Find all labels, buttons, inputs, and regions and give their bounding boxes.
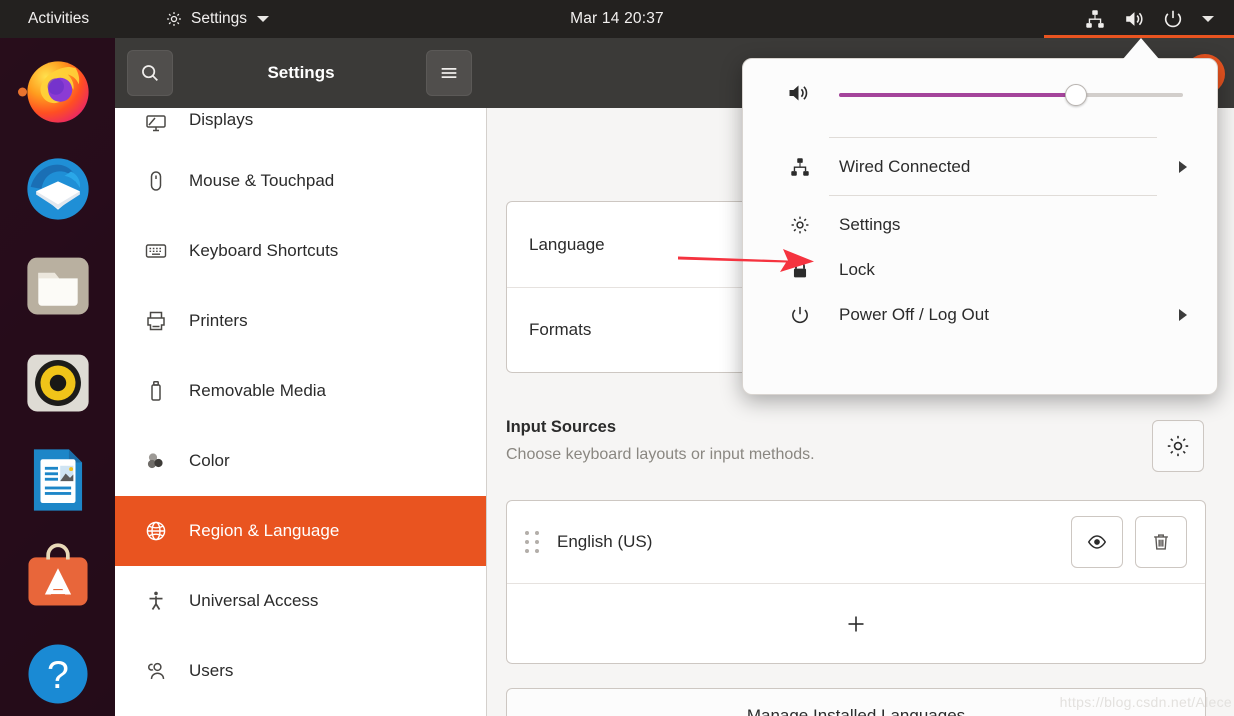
libreoffice-writer-icon xyxy=(21,443,95,517)
printer-icon xyxy=(143,308,169,334)
sidebar-item-label: Printers xyxy=(189,311,248,330)
sidebar-item-label: Keyboard Shortcuts xyxy=(189,241,339,260)
accessibility-icon xyxy=(143,588,169,614)
main-menu-button[interactable] xyxy=(426,50,472,96)
sidebar-item-label: Removable Media xyxy=(189,381,327,400)
header-left-pane: Settings xyxy=(115,38,487,108)
sidebar-item-keyboard-shortcuts[interactable]: Keyboard Shortcuts xyxy=(115,216,486,286)
sidebar-item-universal-access[interactable]: Universal Access xyxy=(115,566,486,636)
section-subtitle: Choose keyboard layouts or input methods… xyxy=(506,446,815,463)
sidebar-item-color[interactable]: Color xyxy=(115,426,486,496)
slider-handle[interactable] xyxy=(1065,84,1088,106)
menu-item-label: Power Off / Log Out xyxy=(839,304,989,324)
files-folder-icon xyxy=(21,249,95,323)
sidebar-item-label: Displays xyxy=(189,110,254,129)
menu-item-power-off-log-out[interactable]: Power Off / Log Out xyxy=(743,292,1217,337)
add-input-source-button[interactable] xyxy=(507,583,1205,663)
color-icon xyxy=(143,448,169,474)
dock-item-ubuntu-software[interactable] xyxy=(16,536,100,619)
sidebar-item-removable-media[interactable]: Removable Media xyxy=(115,356,486,426)
dock-item-help[interactable]: ? xyxy=(16,633,100,716)
input-sources-settings-button[interactable] xyxy=(1152,420,1204,472)
menu-item-lock[interactable]: Lock xyxy=(743,247,1217,292)
preview-layout-button[interactable] xyxy=(1071,516,1123,568)
sidebar-item-label: Mouse & Touchpad xyxy=(189,171,335,190)
volume-icon xyxy=(1122,8,1146,30)
button-label: Manage Installed Languages xyxy=(746,706,966,716)
network-wired-icon xyxy=(787,156,813,178)
trash-icon xyxy=(1154,534,1168,550)
gear-icon xyxy=(1167,435,1189,457)
menu-divider xyxy=(829,195,1157,196)
sidebar-item-printers[interactable]: Printers xyxy=(115,286,486,356)
ubuntu-software-icon xyxy=(21,540,95,614)
dock-item-firefox[interactable] xyxy=(16,50,100,133)
menu-item-wired-connected[interactable]: Wired Connected xyxy=(743,144,1217,189)
ubuntu-dock[interactable]: ? xyxy=(0,38,115,716)
dock-item-rhythmbox[interactable] xyxy=(16,341,100,424)
power-icon xyxy=(787,304,813,326)
drag-handle-icon[interactable] xyxy=(525,531,539,553)
keyboard-icon xyxy=(143,238,169,264)
dock-item-thunderbird[interactable] xyxy=(16,147,100,230)
mouse-icon xyxy=(143,168,169,194)
input-source-row[interactable]: English (US) xyxy=(507,501,1205,583)
system-status-area[interactable] xyxy=(1074,0,1224,38)
sidebar-item-users[interactable]: Users xyxy=(115,636,486,706)
svg-text:?: ? xyxy=(47,654,69,698)
users-icon xyxy=(143,658,169,684)
hamburger-menu-icon xyxy=(441,68,457,78)
network-wired-icon xyxy=(1084,8,1106,30)
rhythmbox-icon xyxy=(21,346,95,420)
input-source-label: English (US) xyxy=(557,532,653,551)
volume-icon xyxy=(785,81,811,110)
chevron-down-icon xyxy=(1202,16,1214,22)
sidebar-item-label: Region & Language xyxy=(189,521,340,540)
sidebar-item-displays[interactable]: Displays xyxy=(115,108,486,146)
menu-item-label: Settings xyxy=(839,214,901,234)
plus-icon xyxy=(848,616,864,631)
lock-icon xyxy=(787,259,813,281)
input-sources-header: Input Sources Choose keyboard layouts or… xyxy=(506,418,815,464)
menu-item-settings[interactable]: Settings xyxy=(743,202,1217,247)
sidebar-item-label: Color xyxy=(189,451,230,470)
row-label: Language xyxy=(529,234,605,254)
volume-slider-row[interactable] xyxy=(743,59,1217,131)
popup-pointer-arrow xyxy=(1123,38,1159,59)
gear-icon xyxy=(787,214,813,236)
sidebar-item-mouse-touchpad[interactable]: Mouse & Touchpad xyxy=(115,146,486,216)
sidebar-item-label: Users xyxy=(189,661,234,680)
input-sources-list: English (US) xyxy=(506,500,1206,664)
sidebar-item-region-language[interactable]: Region & Language xyxy=(115,496,486,566)
section-title: Input Sources xyxy=(506,418,617,436)
eye-preview-icon xyxy=(1087,535,1107,549)
submenu-arrow-icon xyxy=(1179,308,1187,321)
help-question-icon: ? xyxy=(21,637,95,711)
sidebar-item-label: Universal Access xyxy=(189,591,319,610)
running-indicator-dot xyxy=(17,87,27,97)
row-label: Formats xyxy=(529,320,592,339)
display-icon xyxy=(143,110,169,136)
clock[interactable]: Mar 14 20:37 xyxy=(0,0,1234,38)
dock-item-files[interactable] xyxy=(16,244,100,327)
volume-slider[interactable] xyxy=(839,84,1183,106)
power-icon xyxy=(1162,8,1184,30)
manage-installed-languages-button[interactable]: Manage Installed Languages xyxy=(506,688,1206,716)
settings-sidebar[interactable]: Displays Mouse & Touchpad Keyboard Short… xyxy=(115,108,487,716)
slider-fill xyxy=(839,93,1077,97)
menu-divider xyxy=(829,137,1157,138)
firefox-icon xyxy=(21,55,95,129)
menu-item-label: Lock xyxy=(839,259,875,279)
dock-item-libreoffice-writer[interactable] xyxy=(16,439,100,522)
desktop-root: Settings Displays Mouse & Touchpad Keybo… xyxy=(0,0,1234,716)
thunderbird-icon xyxy=(21,152,95,226)
menu-item-label: Wired Connected xyxy=(839,156,971,176)
remove-source-button[interactable] xyxy=(1135,516,1187,568)
system-status-menu: Wired Connected Settings Lock Power Off … xyxy=(742,58,1218,395)
gnome-top-bar: Activities Settings Mar 14 20:37 xyxy=(0,0,1234,38)
usb-drive-icon xyxy=(143,378,169,404)
submenu-arrow-icon xyxy=(1179,160,1187,173)
globe-icon xyxy=(143,518,169,544)
